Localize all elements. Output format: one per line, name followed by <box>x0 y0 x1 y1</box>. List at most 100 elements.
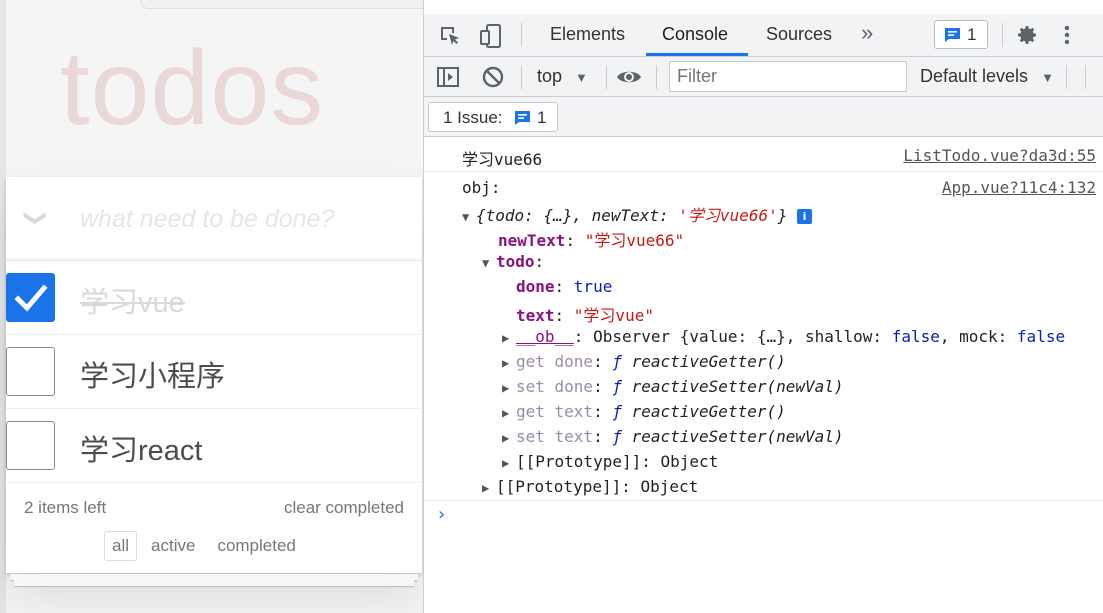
property-value: false <box>891 327 940 346</box>
new-todo-input[interactable] <box>80 199 410 239</box>
todo-checkbox[interactable] <box>6 421 55 470</box>
property-key: newText <box>498 231 566 250</box>
todo-label[interactable]: 学习vue <box>80 279 185 321</box>
function-icon: ƒ <box>612 427 622 446</box>
property-row: text: "学习vue" <box>516 306 654 325</box>
toolbar-separator <box>656 65 657 89</box>
console-filter-input[interactable] <box>669 61 907 92</box>
tab-elements[interactable]: Elements <box>550 24 625 45</box>
collapsed-triangle-icon: ▶ <box>502 431 510 445</box>
console-message: obj: App.vue?11c4:132 ▼ {todo: {…}, newTe… <box>424 172 1103 501</box>
live-expression-eye-icon[interactable] <box>615 66 643 88</box>
tab-sources[interactable]: Sources <box>766 24 832 45</box>
accessor-key: set done <box>516 377 594 396</box>
prototype-value: Object <box>640 477 699 496</box>
todo-label[interactable]: 学习小程序 <box>80 353 225 395</box>
source-link[interactable]: App.vue?11c4:132 <box>942 178 1096 197</box>
expanded-triangle-icon: ▼ <box>462 210 470 224</box>
filter-all[interactable]: all <box>104 531 138 561</box>
issues-count: 1 <box>537 108 547 127</box>
filter-active[interactable]: active <box>143 531 203 561</box>
todo-header: ❯ <box>6 177 422 261</box>
prototype-key: [[Prototype]] <box>496 477 622 496</box>
items-left-count: 2 items left <box>24 498 107 517</box>
toolbar-separator <box>521 23 522 47</box>
collapsed-triangle-icon: ▶ <box>502 456 510 470</box>
issues-button[interactable]: 1 Issue: 1 <box>428 102 558 132</box>
active-tab-indicator <box>646 53 748 56</box>
object-summary-row[interactable]: ▼ {todo: {…}, newText: '学习vue66'} i <box>462 202 813 226</box>
log-levels-value: Default levels <box>920 66 1029 86</box>
kebab-menu-icon[interactable] <box>1062 23 1072 47</box>
function-name: reactiveSetter(newVal) <box>631 377 844 396</box>
property-value: true <box>573 277 613 296</box>
more-tabs-icon[interactable]: » <box>861 20 873 46</box>
devtools-top-gap <box>424 0 1103 14</box>
property-row[interactable]: ▶ __ob__: Observer {value: {…}, shallow: … <box>502 327 1065 346</box>
property-value: false <box>1016 327 1066 346</box>
collapsed-triangle-icon: ▶ <box>482 481 490 495</box>
check-icon <box>14 284 48 312</box>
property-value: "学习vue66" <box>584 231 685 250</box>
accessor-row[interactable]: ▶ get done: ƒ reactiveGetter() <box>502 352 786 371</box>
todo-checkbox-checked[interactable] <box>6 273 55 322</box>
console-message: 学习vue66 ListTodo.vue?da3d:55 <box>424 138 1103 172</box>
log-levels-dropdown[interactable]: Default levels ▼ <box>920 66 1054 87</box>
property-row: newText: "学习vue66" <box>498 231 685 250</box>
object-summary: {todo: {…}, newText: <box>476 206 679 225</box>
function-icon: ƒ <box>612 352 622 371</box>
inspect-element-icon[interactable] <box>438 24 462 48</box>
toolbar-separator <box>1066 65 1067 89</box>
toolbar-separator <box>606 65 607 89</box>
devtools-pane: Elements Console Sources » 1 top ▼ Filte… <box>423 0 1103 613</box>
messages-count: 1 <box>967 25 977 44</box>
toolbar-separator <box>1002 23 1003 47</box>
message-icon <box>515 111 530 125</box>
messages-badge-button[interactable]: 1 <box>934 20 988 49</box>
prototype-row[interactable]: ▶ [[Prototype]]: Object <box>502 452 718 471</box>
tab-console[interactable]: Console <box>662 24 728 45</box>
property-key: __ob__ <box>516 327 574 346</box>
prototype-row[interactable]: ▶ [[Prototype]]: Object <box>482 477 698 496</box>
context-value: top <box>537 66 563 86</box>
dropdown-arrow-icon: ▼ <box>575 70 588 85</box>
device-toolbar-icon[interactable] <box>478 23 504 49</box>
todo-item: 学习vue <box>6 261 422 335</box>
accessor-key: get done <box>516 352 594 371</box>
context-selector[interactable]: top ▼ <box>537 66 588 87</box>
filter-completed[interactable]: completed <box>209 531 303 561</box>
toggle-all-chevron-icon[interactable]: ❯ <box>20 203 50 233</box>
filter-group: all active completed <box>104 531 304 561</box>
property-row: done: true <box>516 277 613 296</box>
function-name: reactiveSetter(newVal) <box>631 427 844 446</box>
property-value: , mock: <box>939 327 1017 346</box>
clear-completed-button[interactable]: clear completed <box>284 498 404 518</box>
property-row[interactable]: ▼ todo: <box>482 252 544 271</box>
issues-bar: 1 Issue: 1 <box>424 97 1103 137</box>
sidebar-toggle-icon[interactable] <box>436 65 460 89</box>
devtools-tab-bar: Elements Console Sources » 1 <box>424 14 1103 57</box>
collapsed-triangle-icon: ▶ <box>502 356 510 370</box>
expanded-triangle-icon: ▼ <box>482 256 490 270</box>
function-name: reactiveGetter() <box>631 402 786 421</box>
accessor-row[interactable]: ▶ set done: ƒ reactiveSetter(newVal) <box>502 377 844 396</box>
console-prompt-icon[interactable]: › <box>436 504 447 525</box>
console-toolbar: top ▼ Default levels ▼ <box>424 57 1103 97</box>
property-value: Observer {value: {…}, shallow: <box>593 327 892 346</box>
collapsed-triangle-icon: ▶ <box>502 331 510 345</box>
settings-gear-icon[interactable] <box>1015 23 1039 47</box>
prototype-value: Object <box>660 452 719 471</box>
function-icon: ƒ <box>612 402 622 421</box>
todo-checkbox[interactable] <box>6 347 55 396</box>
log-label: obj: <box>462 178 501 197</box>
todo-app-pane: todos ❯ 学习vue 学习小程序 学习react 2 items left… <box>0 0 760 613</box>
source-link[interactable]: ListTodo.vue?da3d:55 <box>903 146 1096 165</box>
collapsed-triangle-icon: ▶ <box>502 381 510 395</box>
accessor-key: get text <box>516 402 594 421</box>
accessor-row[interactable]: ▶ get text: ƒ reactiveGetter() <box>502 402 786 421</box>
info-icon[interactable]: i <box>797 209 813 224</box>
accessor-row[interactable]: ▶ set text: ƒ reactiveSetter(newVal) <box>502 427 844 446</box>
object-summary-string: '学习vue66' <box>678 206 778 225</box>
todo-label[interactable]: 学习react <box>80 427 202 469</box>
clear-console-icon[interactable] <box>481 65 505 89</box>
